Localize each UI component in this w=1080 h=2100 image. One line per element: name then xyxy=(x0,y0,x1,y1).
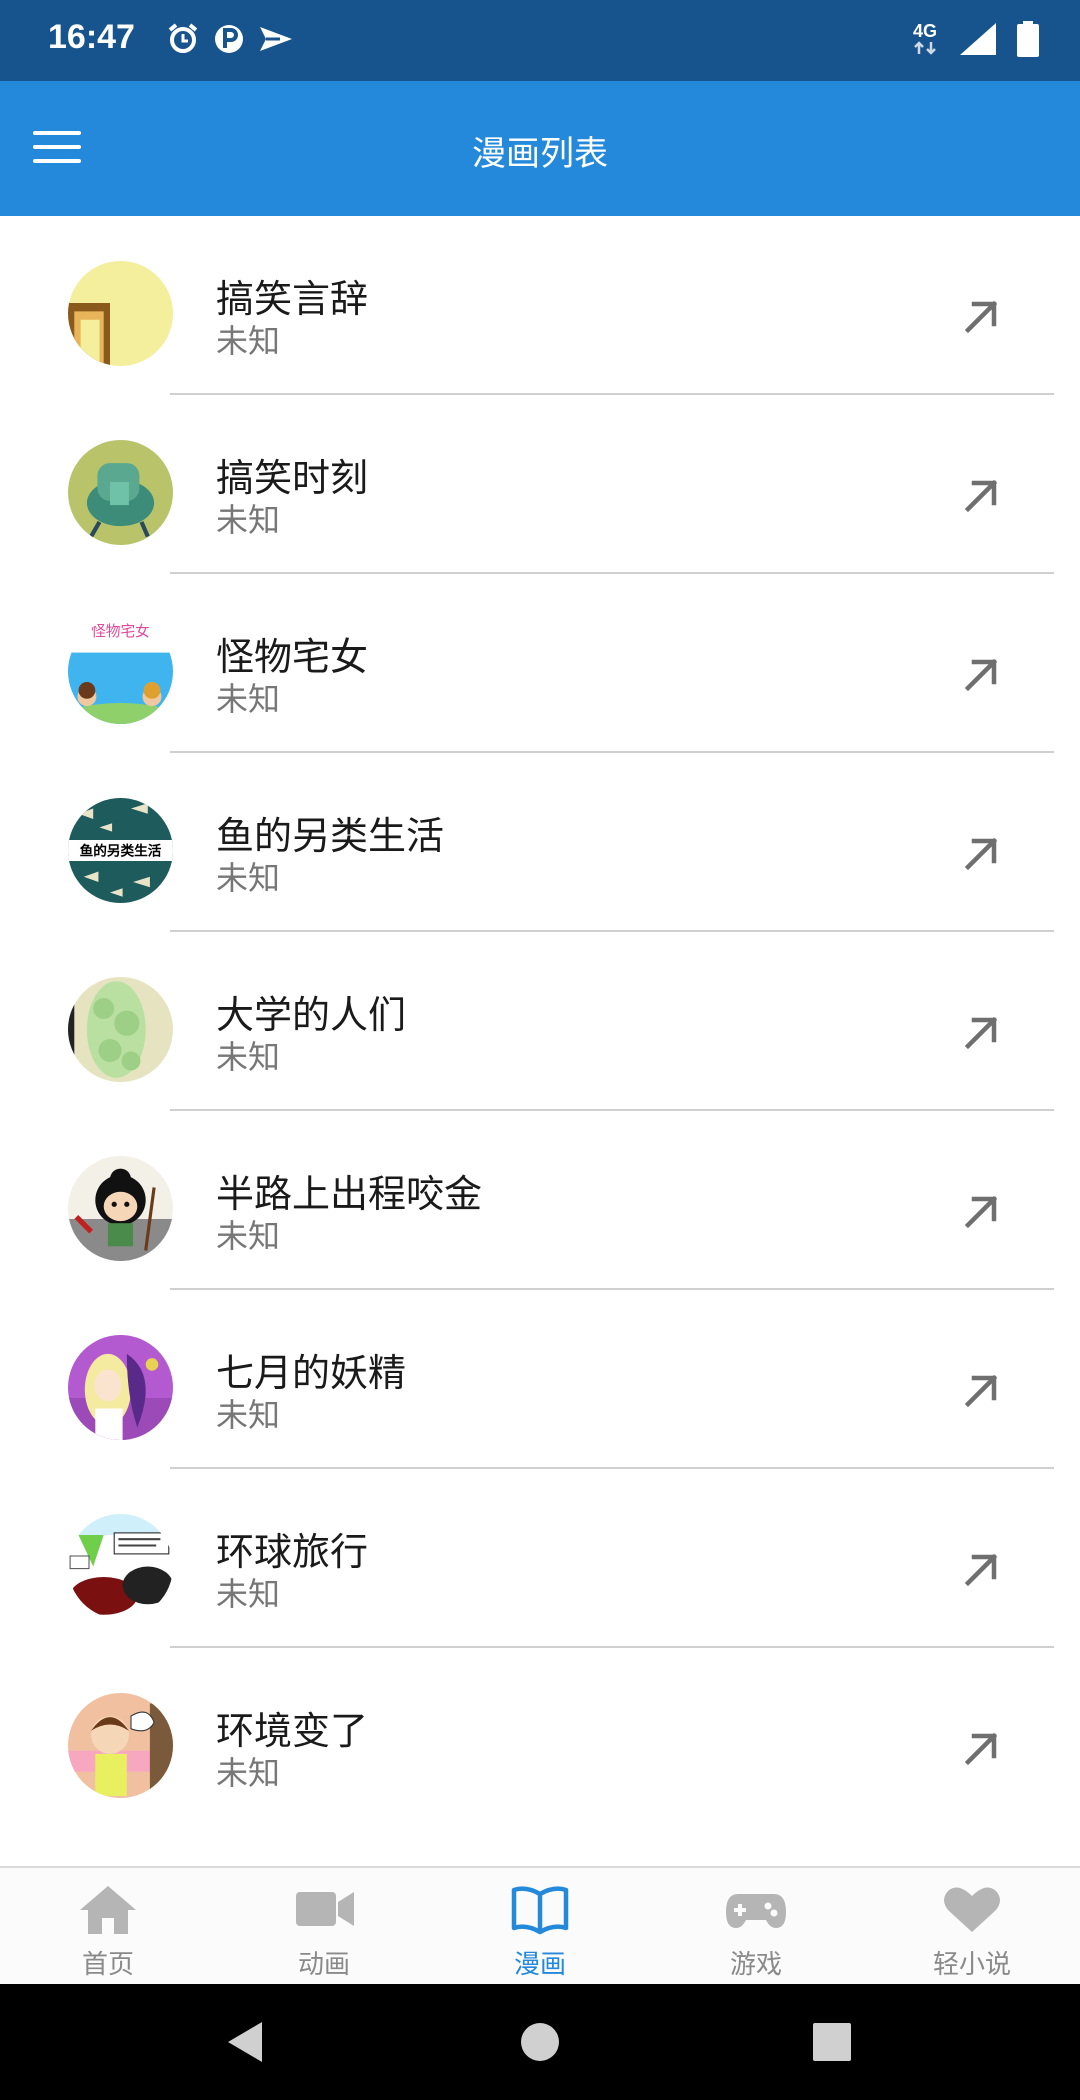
comic-cover-4: 鱼的另类生活 xyxy=(68,798,173,903)
list-item[interactable]: 鱼的另类生活 鱼的另类生活 未知 xyxy=(0,753,1080,932)
data-arrows-icon xyxy=(914,41,936,55)
network-indicator: 4G xyxy=(910,22,940,56)
list-item[interactable]: 环境变了 未知 xyxy=(0,1648,1080,1827)
open-arrow-icon[interactable] xyxy=(956,1724,1006,1774)
comic-author: 未知 xyxy=(216,1575,281,1613)
bottom-navigation: 首页 动画 漫画 游戏 轻小说 xyxy=(0,1866,1080,1984)
list-item[interactable]: 大学的人们 未知 xyxy=(0,932,1080,1111)
list-item[interactable]: 七月的妖精 未知 xyxy=(0,1290,1080,1469)
comic-title: 环境变了 xyxy=(216,1709,369,1753)
open-arrow-icon[interactable] xyxy=(956,1008,1006,1058)
nav-label: 游戏 xyxy=(729,1950,782,1980)
comic-cover-5 xyxy=(68,977,173,1082)
comic-cover-9 xyxy=(68,1693,173,1798)
network-label: 4G xyxy=(912,21,937,41)
comic-title: 半路上出程咬金 xyxy=(216,1172,483,1216)
parking-icon xyxy=(215,25,243,53)
comic-author: 未知 xyxy=(216,859,281,897)
system-navigation-bar xyxy=(0,1984,1080,2100)
alarm-icon xyxy=(168,23,198,53)
home-button-icon[interactable] xyxy=(519,2018,561,2066)
comic-cover-2 xyxy=(68,440,173,545)
comic-author: 未知 xyxy=(216,1038,281,1076)
gamepad-icon xyxy=(726,1894,786,1928)
back-icon[interactable] xyxy=(222,2018,266,2066)
list-item[interactable]: 环球旅行 未知 xyxy=(0,1469,1080,1648)
nav-label: 动画 xyxy=(297,1950,350,1980)
comic-title: 鱼的另类生活 xyxy=(216,814,445,858)
nav-label: 首页 xyxy=(81,1950,134,1980)
list-item[interactable]: 搞笑言辞 未知 xyxy=(0,216,1080,395)
send-icon xyxy=(260,27,292,51)
status-bar: 16:47 4G xyxy=(0,0,1080,81)
comic-cover-6 xyxy=(68,1156,173,1261)
battery-icon xyxy=(1017,21,1039,57)
comic-cover-7 xyxy=(68,1335,173,1440)
open-arrow-icon[interactable] xyxy=(956,1366,1006,1416)
app-bar: 漫画列表 xyxy=(0,81,1080,216)
comic-cover-1 xyxy=(68,261,173,366)
nav-item-light-novel[interactable]: 轻小说 xyxy=(864,1868,1080,1984)
comic-title: 环球旅行 xyxy=(216,1530,369,1574)
comic-title: 七月的妖精 xyxy=(216,1351,407,1395)
comic-author: 未知 xyxy=(216,501,281,539)
home-icon xyxy=(80,1886,136,1934)
open-arrow-icon[interactable] xyxy=(956,292,1006,342)
comic-cover-3: 怪物宅女 xyxy=(68,619,173,724)
status-time: 16:47 xyxy=(48,18,135,56)
comic-title: 怪物宅女 xyxy=(216,635,369,679)
list-item[interactable]: 怪物宅女 怪物宅女 未知 xyxy=(0,574,1080,753)
open-arrow-icon[interactable] xyxy=(956,1545,1006,1595)
heart-icon xyxy=(944,1887,1000,1932)
svg-text:怪物宅女: 怪物宅女 xyxy=(91,622,150,640)
comic-title: 搞笑时刻 xyxy=(216,456,369,500)
comic-list[interactable]: 搞笑言辞 未知 搞笑时刻 未知 怪物宅女 怪物宅女 未知 鱼的另类生活 鱼的另类… xyxy=(0,216,1080,1866)
signal-icon xyxy=(960,23,996,55)
nav-label: 漫画 xyxy=(513,1950,566,1980)
list-item[interactable]: 半路上出程咬金 未知 xyxy=(0,1111,1080,1290)
comic-author: 未知 xyxy=(216,1754,281,1792)
nav-item-comics[interactable]: 漫画 xyxy=(432,1868,648,1984)
book-icon xyxy=(511,1886,569,1935)
svg-text:鱼的另类生活: 鱼的另类生活 xyxy=(80,843,162,860)
nav-item-games[interactable]: 游戏 xyxy=(648,1868,864,1984)
comic-author: 未知 xyxy=(216,680,281,718)
open-arrow-icon[interactable] xyxy=(956,471,1006,521)
comic-author: 未知 xyxy=(216,1396,281,1434)
page-title: 漫画列表 xyxy=(472,134,608,174)
nav-item-animation[interactable]: 动画 xyxy=(216,1868,432,1984)
nav-item-home[interactable]: 首页 xyxy=(0,1868,216,1984)
video-camera-icon xyxy=(296,1892,354,1926)
open-arrow-icon[interactable] xyxy=(956,1187,1006,1237)
comic-author: 未知 xyxy=(216,322,281,360)
nav-label: 轻小说 xyxy=(932,1950,1011,1980)
open-arrow-icon[interactable] xyxy=(956,650,1006,700)
comic-title: 搞笑言辞 xyxy=(216,277,369,321)
comic-title: 大学的人们 xyxy=(216,993,407,1037)
comic-cover-8 xyxy=(68,1514,173,1619)
comic-author: 未知 xyxy=(216,1217,281,1255)
open-arrow-icon[interactable] xyxy=(956,829,1006,879)
list-item[interactable]: 搞笑时刻 未知 xyxy=(0,395,1080,574)
recents-icon[interactable] xyxy=(811,2018,853,2066)
